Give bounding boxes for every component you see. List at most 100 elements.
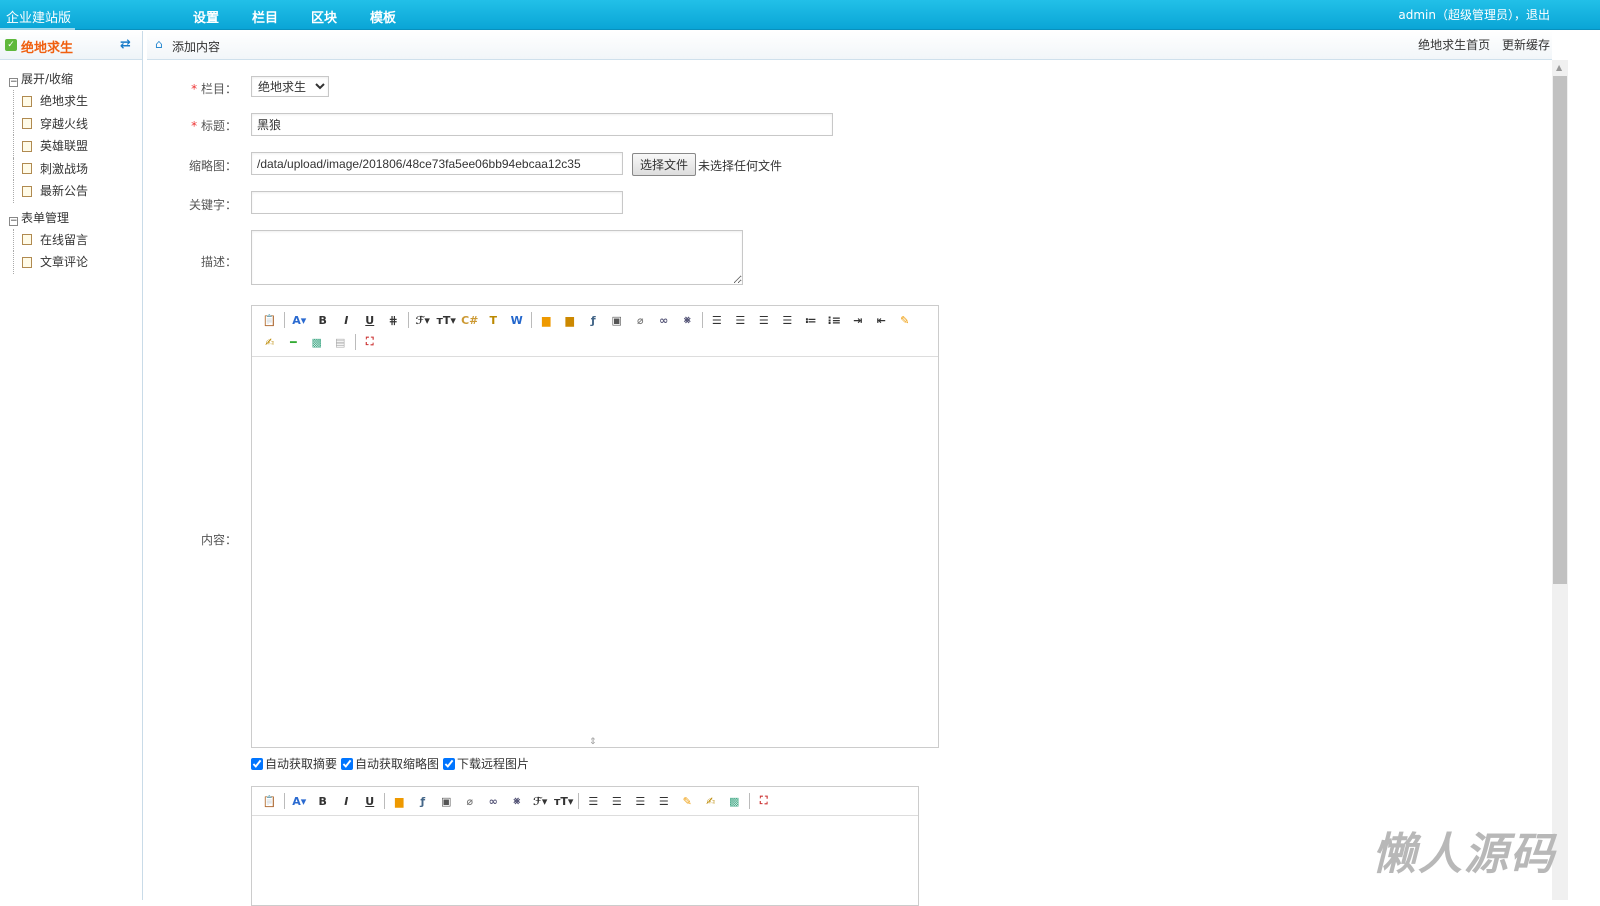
paste-icon[interactable]: 📋 — [258, 790, 282, 812]
justify-icon[interactable]: ☰ — [776, 309, 800, 331]
font-family-icon[interactable]: ℱ▾ — [529, 790, 553, 812]
unlink-icon[interactable]: ⨳ — [676, 309, 700, 331]
align-left-icon[interactable]: ☰ — [582, 790, 606, 812]
option-checkbox[interactable]: 自动获取摘要 — [251, 755, 337, 772]
italic-icon[interactable]: I — [335, 790, 359, 812]
collapse-icon[interactable]: − — [9, 216, 18, 226]
checkbox[interactable] — [341, 757, 354, 770]
flash-icon[interactable]: ƒ — [582, 309, 606, 331]
paste-word-icon[interactable]: W — [505, 309, 529, 331]
summary-editor-body[interactable] — [252, 816, 918, 906]
align-center-icon[interactable]: ☰ — [605, 790, 629, 812]
bold-icon[interactable]: B — [311, 790, 335, 812]
fullscreen-icon[interactable]: ⛶ — [358, 331, 382, 353]
checkbox[interactable] — [251, 757, 263, 770]
scroll-up-icon[interactable]: ▲ — [1556, 63, 1562, 72]
tree-group[interactable]: − 表单管理 — [9, 207, 142, 229]
attachment-icon[interactable]: ⌀ — [629, 309, 653, 331]
sidebar-title[interactable]: 绝地求生 — [21, 37, 73, 56]
tree-group[interactable]: − 展开/收缩 — [9, 68, 142, 90]
choose-file-button[interactable]: 选择文件 — [632, 153, 697, 176]
flash-icon[interactable]: ƒ — [411, 790, 435, 812]
underline-icon[interactable]: U — [358, 309, 382, 331]
justify-icon[interactable]: ☰ — [652, 790, 676, 812]
tree-item[interactable]: 绝地求生 — [13, 90, 142, 113]
font-size-icon[interactable]: тT▾ — [435, 309, 459, 331]
paste-text-icon[interactable]: T — [482, 309, 506, 331]
home-icon[interactable]: ⌂ — [155, 37, 163, 51]
font-family-icon[interactable]: ℱ▾ — [411, 309, 435, 331]
clear-format-icon[interactable]: ✎ — [893, 309, 917, 331]
tree-item-label: 穿越火线 — [40, 116, 89, 131]
document-icon — [22, 118, 32, 130]
clear-format-icon[interactable]: ✎ — [676, 790, 700, 812]
update-cache-link[interactable]: 更新缓存 — [1502, 38, 1550, 52]
keywords-input[interactable] — [251, 191, 623, 214]
nav-settings[interactable]: 设置 — [193, 7, 252, 26]
nav-columns[interactable]: 栏目 — [252, 7, 311, 26]
attachment-icon[interactable]: ⌀ — [458, 790, 482, 812]
code-icon[interactable]: C# — [458, 309, 482, 331]
font-size-icon[interactable]: тT▾ — [552, 790, 576, 812]
option-checkbox[interactable]: 自动获取缩略图 — [341, 755, 439, 772]
keywords-label: 关键字： — [188, 198, 237, 212]
breadcrumb: 添加内容 — [172, 40, 221, 54]
image-icon[interactable]: ▆ — [535, 309, 559, 331]
collapse-icon[interactable]: − — [9, 78, 18, 87]
checkbox[interactable] — [443, 757, 456, 770]
align-left-icon[interactable]: ☰ — [705, 309, 729, 331]
tree-item[interactable]: 最新公告 — [13, 180, 142, 203]
resize-handle-icon[interactable]: ⇕ — [589, 737, 597, 747]
align-center-icon[interactable]: ☰ — [729, 309, 753, 331]
page-break-icon[interactable]: ▤ — [329, 331, 353, 353]
user-logout[interactable]: admin（超级管理员），退出 — [1398, 6, 1550, 23]
align-right-icon[interactable]: ☰ — [629, 790, 653, 812]
scrollbar[interactable]: ▲ — [1552, 60, 1568, 900]
video-icon[interactable]: ▣ — [435, 790, 459, 812]
underline-icon[interactable]: U — [358, 790, 382, 812]
refresh-icon[interactable]: ⇄ — [120, 37, 131, 52]
tree-item[interactable]: 在线留言 — [13, 228, 142, 251]
font-color-icon[interactable]: A▾ — [288, 309, 312, 331]
multi-image-icon[interactable]: ▆ — [558, 309, 582, 331]
unordered-list-icon[interactable]: ⁝≡ — [823, 309, 847, 331]
quick-format-icon[interactable]: ✍ — [258, 331, 282, 353]
nav-templates[interactable]: 模板 — [370, 7, 429, 26]
content-editor-body[interactable] — [252, 357, 938, 747]
quick-format-icon[interactable]: ✍ — [699, 790, 723, 812]
column-select[interactable]: 绝地求生 — [251, 76, 329, 97]
align-right-icon[interactable]: ☰ — [752, 309, 776, 331]
font-color-icon[interactable]: A▾ — [288, 790, 312, 812]
unlink-icon[interactable]: ⨳ — [505, 790, 529, 812]
strikethrough-icon[interactable]: ⋕ — [382, 309, 406, 331]
ordered-list-icon[interactable]: ≔ — [799, 309, 823, 331]
bold-icon[interactable]: B — [311, 309, 335, 331]
image-icon[interactable]: ▆ — [388, 790, 412, 812]
link-icon[interactable]: ∞ — [482, 790, 506, 812]
title-input[interactable] — [251, 113, 833, 136]
paste-icon[interactable]: 📋 — [258, 309, 282, 331]
site-home-link[interactable]: 绝地求生首页 — [1418, 38, 1490, 52]
video-icon[interactable]: ▣ — [605, 309, 629, 331]
tree-item-label: 绝地求生 — [40, 94, 89, 108]
top-nav: 设置 栏目 区块 模板 — [193, 7, 429, 26]
insert-template-icon[interactable]: ▩ — [723, 790, 747, 812]
insert-hr-icon[interactable]: ━ — [282, 331, 306, 353]
brand[interactable]: 企业建站版 — [6, 7, 71, 26]
option-checkbox[interactable]: 下载远程图片 — [443, 755, 529, 772]
description-textarea[interactable] — [251, 230, 743, 285]
scrollbar-thumb[interactable] — [1553, 76, 1567, 584]
link-icon[interactable]: ∞ — [652, 309, 676, 331]
sidebar-header: ✓ 绝地求生 ⇄ — [0, 31, 142, 60]
outdent-icon[interactable]: ⇤ — [870, 309, 894, 331]
tree-item[interactable]: 刺激战场 — [13, 157, 142, 180]
tree-item[interactable]: 穿越火线 — [13, 112, 142, 135]
indent-icon[interactable]: ⇥ — [846, 309, 870, 331]
tree-item[interactable]: 英雄联盟 — [13, 135, 142, 158]
fullscreen-icon[interactable]: ⛶ — [752, 790, 776, 812]
thumbnail-input[interactable] — [251, 152, 623, 175]
insert-template-icon[interactable]: ▩ — [305, 331, 329, 353]
nav-blocks[interactable]: 区块 — [311, 7, 370, 26]
italic-icon[interactable]: I — [335, 309, 359, 331]
tree-item[interactable]: 文章评论 — [13, 251, 142, 274]
